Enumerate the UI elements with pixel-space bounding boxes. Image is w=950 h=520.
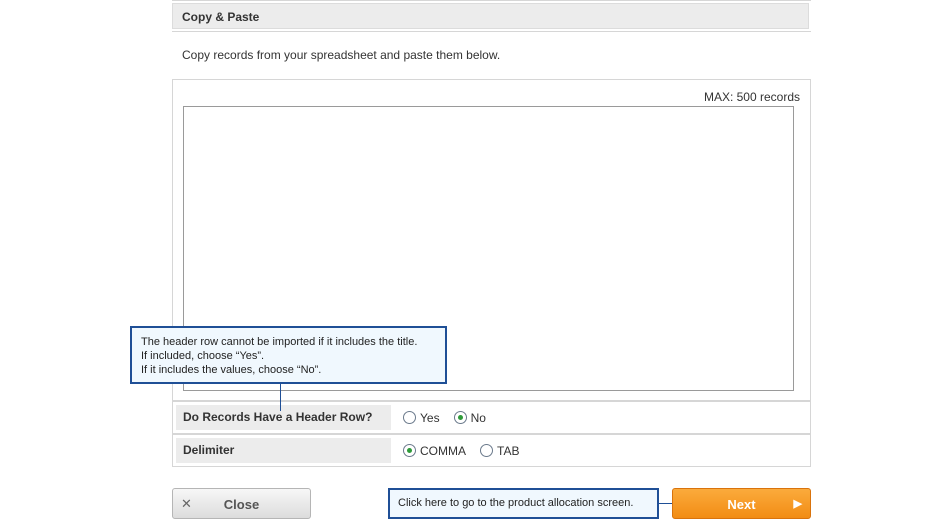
delimiter-label: Delimiter <box>176 438 391 463</box>
delimiter-radios: COMMA TAB <box>403 435 533 466</box>
instructions-text: Copy records from your spreadsheet and p… <box>182 48 501 62</box>
top-border <box>172 0 811 1</box>
radio-circle-icon <box>403 411 416 424</box>
radio-circle-icon <box>480 444 493 457</box>
header-row-tooltip: The header row cannot be imported if it … <box>130 326 447 384</box>
radio-checked-icon <box>453 411 467 424</box>
section-title: Copy & Paste <box>172 3 809 29</box>
max-records-label: MAX: 500 records <box>703 90 800 104</box>
tooltip-connector <box>280 384 281 411</box>
delimiter-option: Delimiter COMMA TAB <box>172 434 811 467</box>
delimiter-comma-radio[interactable]: COMMA <box>403 444 466 458</box>
close-button[interactable]: ✕ Close <box>172 488 311 519</box>
header-row-option: Do Records Have a Header Row? Yes No <box>172 401 811 434</box>
next-button[interactable]: Next ▶ <box>672 488 811 519</box>
radio-label: Yes <box>420 410 440 425</box>
play-arrow-icon: ▶ <box>793 498 802 510</box>
radio-label: No <box>470 410 486 425</box>
next-button-label: Next <box>727 497 756 512</box>
header-row-yes-radio[interactable]: Yes <box>403 411 440 425</box>
header-row-no-radio[interactable]: No <box>453 410 486 425</box>
tooltip-line: The header row cannot be imported if it … <box>141 336 418 348</box>
radio-label: COMMA <box>420 443 466 458</box>
radio-checked-icon <box>403 444 416 457</box>
radio-label: TAB <box>497 443 520 458</box>
header-divider <box>172 31 811 32</box>
header-row-radios: Yes No <box>403 402 500 433</box>
tooltip-line: If included, choose “Yes”. <box>141 350 265 362</box>
tooltip-line: If it includes the values, choose “No”. <box>141 364 322 376</box>
close-button-label: Close <box>223 497 260 512</box>
delimiter-tab-radio[interactable]: TAB <box>480 444 519 458</box>
next-tooltip: Click here to go to the product allocati… <box>388 488 659 519</box>
header-row-label: Do Records Have a Header Row? <box>176 405 391 430</box>
